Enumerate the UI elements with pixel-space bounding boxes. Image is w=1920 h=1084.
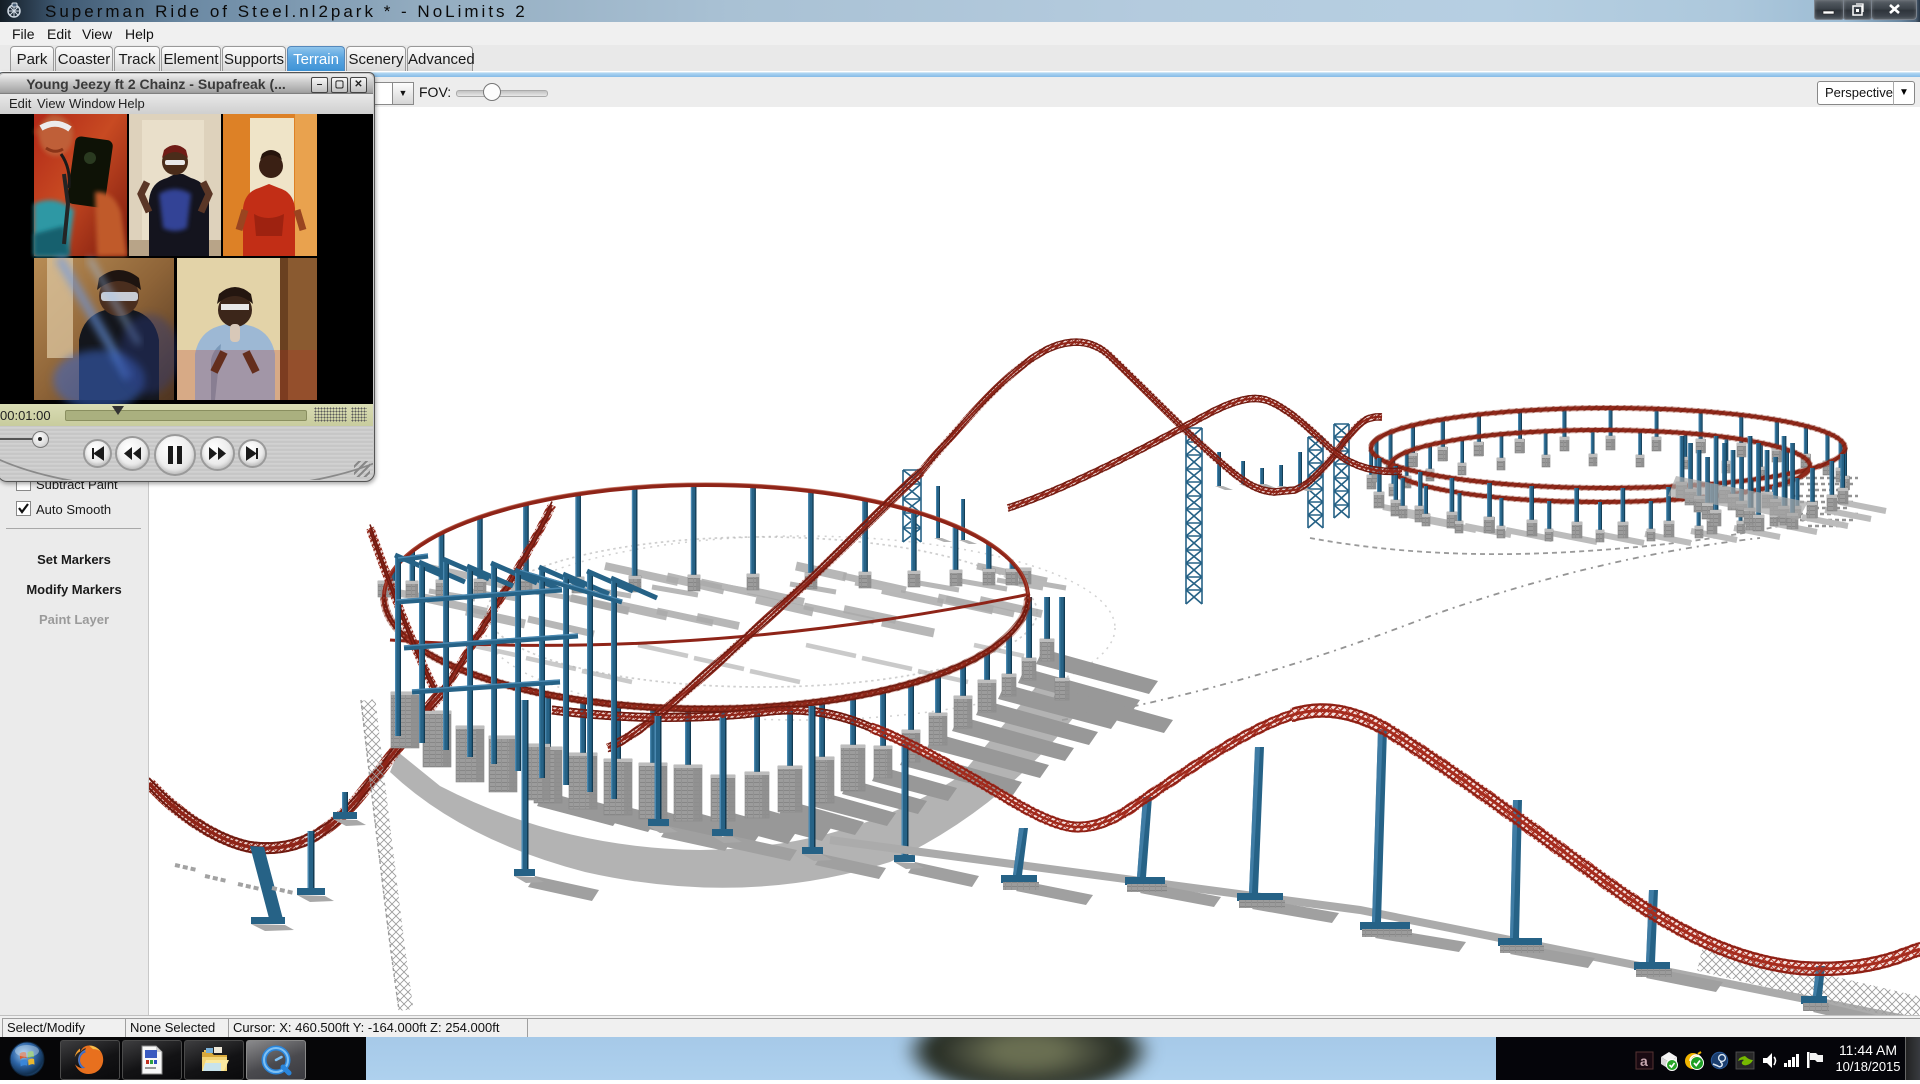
- svg-text:a: a: [1640, 1053, 1648, 1069]
